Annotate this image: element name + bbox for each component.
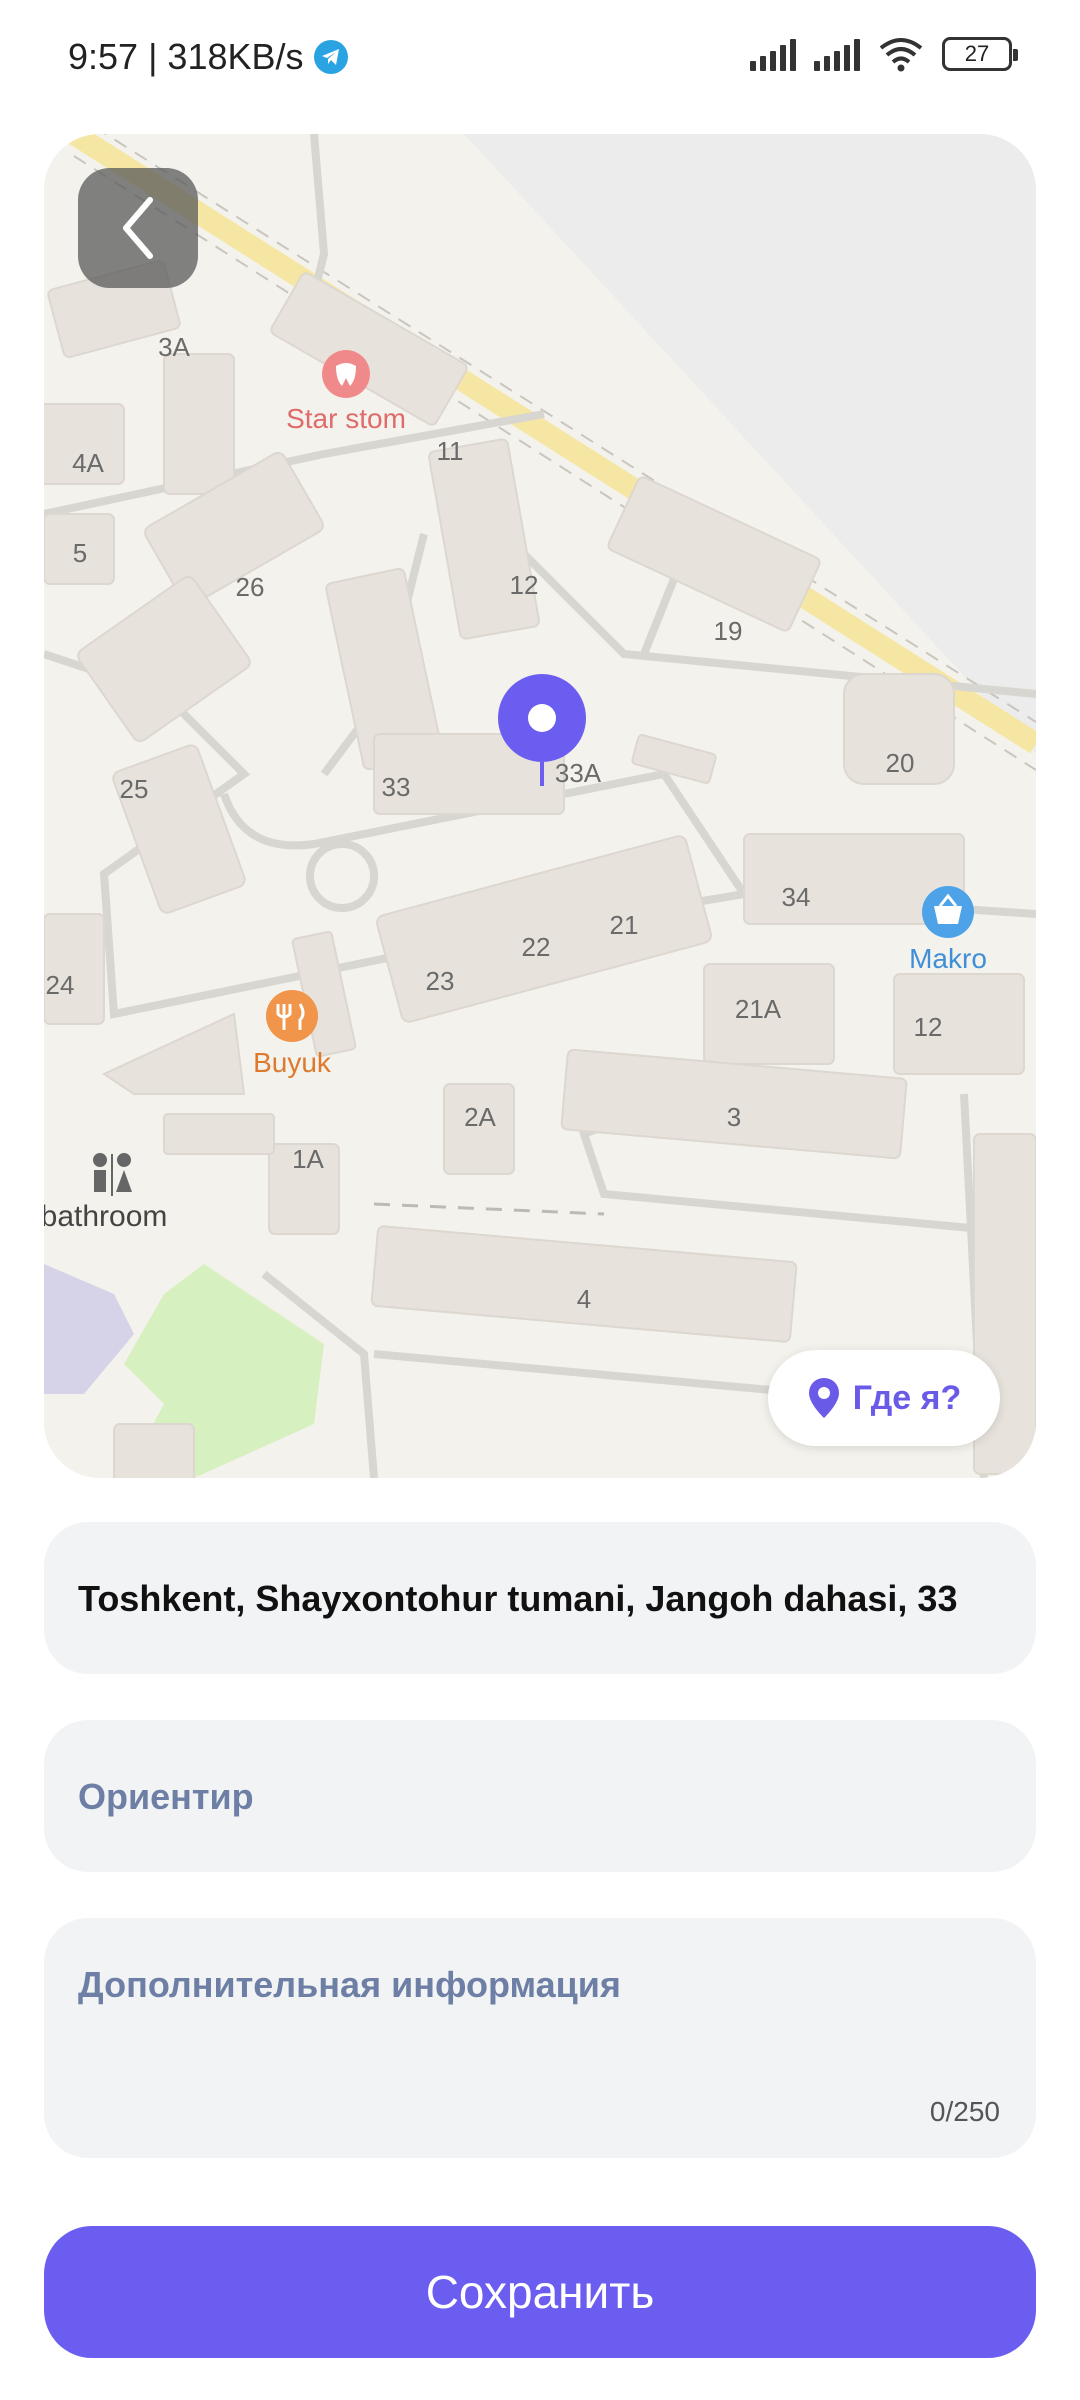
chevron-left-icon	[123, 197, 153, 259]
map-label: 33A	[555, 758, 602, 788]
map-label: 34	[782, 882, 811, 912]
map-label: 3A	[158, 332, 190, 362]
status-left: 9:57 | 318KB/s	[68, 36, 348, 78]
poi-label: Star stom	[286, 403, 406, 434]
poi-label: lic bathroom	[44, 1200, 167, 1233]
back-button[interactable]	[78, 168, 198, 288]
map-view[interactable]: 3A 4A 5 26 25 24 11 12 19 20 33 33A 34 2…	[44, 134, 1036, 1478]
map-label: 21	[610, 910, 639, 940]
address-field[interactable]: Toshkent, Shayxontohur tumani, Jangoh da…	[44, 1522, 1036, 1674]
status-time: 9:57	[68, 36, 139, 77]
status-bar: 9:57 | 318KB/s 27	[0, 0, 1080, 120]
landmark-placeholder: Ориентир	[78, 1776, 254, 1817]
battery-icon: 27	[942, 37, 1018, 71]
network-speed: | 318KB/s	[148, 36, 304, 77]
map-label: 21A	[735, 994, 782, 1024]
map-label: 20	[886, 748, 915, 778]
map-label: 5	[73, 538, 87, 568]
map-label: 1A	[292, 1144, 324, 1174]
map-label: 12	[914, 1012, 943, 1042]
map-label: 2A	[464, 1102, 496, 1132]
map-label: 11	[437, 436, 464, 466]
poi-label: Buyuk	[253, 1047, 332, 1078]
location-marker-icon	[808, 1378, 839, 1418]
where-am-i-button[interactable]: Где я?	[768, 1350, 1000, 1446]
char-counter: 0/250	[929, 2096, 1000, 2127]
map-label: 33	[382, 772, 411, 802]
map-canvas[interactable]: 3A 4A 5 26 25 24 11 12 19 20 33 33A 34 2…	[44, 134, 1036, 1478]
signal-icon	[814, 37, 860, 71]
map-label: 19	[714, 616, 743, 646]
where-am-i-label: Где я?	[852, 1378, 962, 1417]
landmark-input[interactable]: Ориентир	[44, 1720, 1036, 1872]
poi-label: Makro	[909, 943, 987, 974]
save-button-label: Сохранить	[425, 2266, 655, 2318]
signal-icon	[750, 37, 796, 71]
map-label: 12	[510, 570, 539, 600]
map-label: 4A	[72, 448, 104, 478]
map-label: 4	[577, 1284, 591, 1314]
map-label: 25	[120, 774, 149, 804]
additional-info-placeholder: Дополнительная информация	[78, 1964, 621, 2005]
battery-level: 27	[964, 41, 990, 66]
save-button[interactable]: Сохранить	[44, 2226, 1036, 2358]
map-label: 22	[522, 932, 551, 962]
status-right: 27	[750, 36, 1018, 72]
map-label: 24	[46, 970, 75, 1000]
telegram-icon	[313, 40, 348, 74]
map-label: 26	[236, 572, 265, 602]
address-value: Toshkent, Shayxontohur tumani, Jangoh da…	[78, 1578, 958, 1619]
map-label: 3	[727, 1102, 741, 1132]
wifi-icon	[879, 38, 923, 72]
map-label: 23	[426, 966, 455, 996]
additional-info-textarea[interactable]: Дополнительная информация 0/250	[44, 1918, 1036, 2158]
